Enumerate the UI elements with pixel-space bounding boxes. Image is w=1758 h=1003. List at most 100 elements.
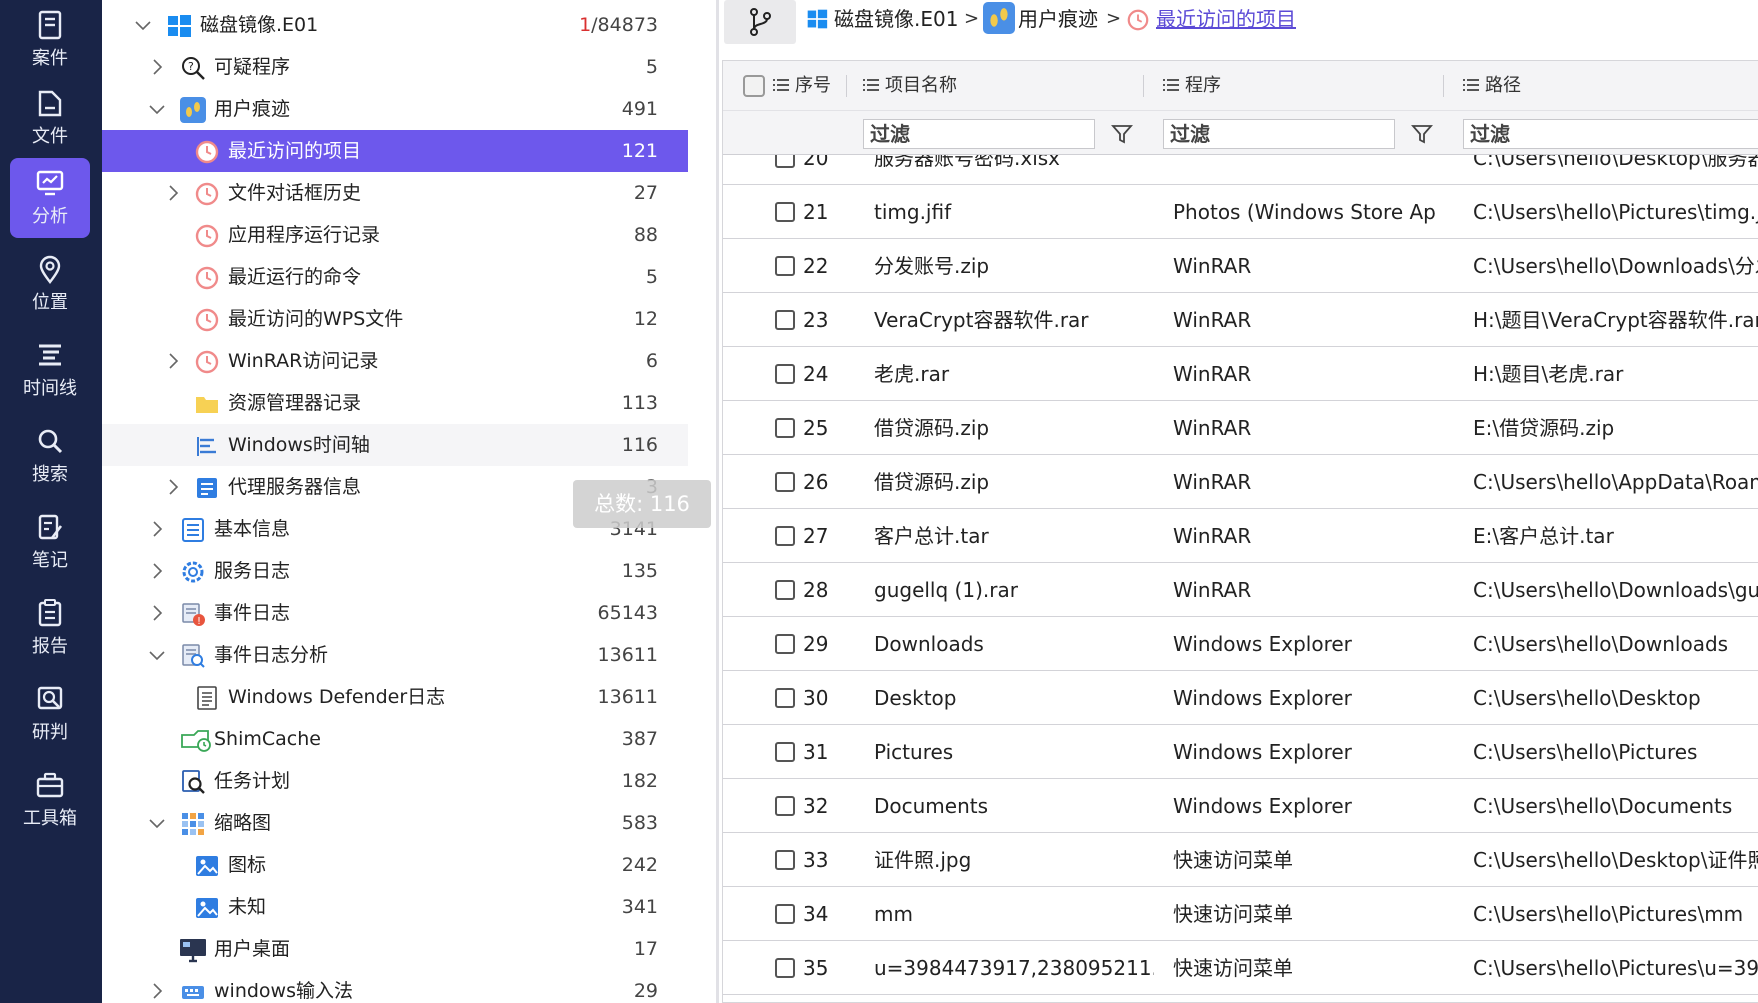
row-checkbox[interactable] — [775, 958, 795, 978]
nav-item-case[interactable]: 案件 — [10, 0, 90, 80]
tree-node-file-dialog-history[interactable]: 文件对话框历史 27 — [102, 172, 688, 214]
row-checkbox[interactable] — [775, 850, 795, 870]
table-row[interactable]: 28 gugellq (1).rar WinRAR C:\Users\hello… — [723, 563, 1758, 617]
panel-splitter[interactable] — [716, 0, 719, 1003]
chevron-down-icon[interactable] — [148, 100, 166, 118]
row-checkbox[interactable] — [775, 418, 795, 438]
nav-item-judgement[interactable]: 研判 — [10, 674, 90, 754]
table-row[interactable]: 34 mm 快速访问菜单 C:\Users\hello\Pictures\mm — [723, 887, 1758, 941]
column-header-no[interactable]: 序号 — [773, 61, 831, 111]
tree-node-suspicious-programs[interactable]: ? 可疑程序 5 — [102, 46, 688, 88]
row-checkbox[interactable] — [775, 742, 795, 762]
chevron-down-icon[interactable] — [134, 16, 152, 34]
nav-item-search[interactable]: 搜索 — [10, 416, 90, 496]
row-checkbox[interactable] — [775, 904, 795, 924]
cell-no: 27 — [803, 524, 829, 548]
chevron-right-icon[interactable] — [164, 352, 182, 370]
row-checkbox[interactable] — [775, 202, 795, 222]
column-header-program[interactable]: 程序 — [1163, 61, 1221, 111]
row-checkbox[interactable] — [775, 580, 795, 600]
tree-node-windows-timeline[interactable]: Windows时间轴 116 — [102, 424, 688, 466]
funnel-filter-icon[interactable] — [1111, 123, 1133, 145]
tree-node-user-traces[interactable]: 用户痕迹 491 — [102, 88, 688, 130]
row-checkbox[interactable] — [775, 526, 795, 546]
tree-node-recent-commands[interactable]: 最近运行的命令 5 — [102, 256, 688, 298]
tree-node-app-run-records[interactable]: 应用程序运行记录 88 — [102, 214, 688, 256]
chevron-right-icon[interactable] — [148, 58, 166, 76]
tree-node-explorer-records[interactable]: 资源管理器记录 113 — [102, 382, 688, 424]
column-header-path[interactable]: 路径 — [1463, 61, 1521, 111]
chevron-right-icon[interactable] — [148, 604, 166, 622]
nav-item-location[interactable]: 位置 — [10, 244, 90, 324]
tree-node-thumbnails[interactable]: 缩略图 583 — [102, 802, 688, 844]
tree-node-scheduled-tasks[interactable]: 任务计划 182 — [102, 760, 688, 802]
row-checkbox[interactable] — [775, 256, 795, 276]
tree-node-user-desktop[interactable]: 用户桌面 17 — [102, 928, 688, 970]
chevron-right-icon[interactable] — [164, 184, 182, 202]
table-row[interactable]: 23 VeraCrypt容器软件.rar WinRAR H:\题目\VeraCr… — [723, 293, 1758, 347]
tree-node-icons[interactable]: 图标 242 — [102, 844, 688, 886]
tree-node-event-log[interactable]: ! 事件日志 65143 — [102, 592, 688, 634]
nav-item-file[interactable]: 文件 — [10, 78, 90, 158]
chevron-right-icon[interactable] — [164, 478, 182, 496]
table-row[interactable]: 27 客户总计.tar WinRAR E:\客户总计.tar — [723, 509, 1758, 563]
tree-node-service-log[interactable]: 服务日志 135 — [102, 550, 688, 592]
row-checkbox[interactable] — [775, 634, 795, 654]
row-checkbox[interactable] — [775, 472, 795, 492]
tree-node-recent-wps-files[interactable]: 最近访问的WPS文件 12 — [102, 298, 688, 340]
tree-node-shimcache[interactable]: ShimCache 387 — [102, 718, 688, 760]
table-row[interactable]: 32 Documents Windows Explorer C:\Users\h… — [723, 779, 1758, 833]
row-checkbox[interactable] — [775, 310, 795, 330]
tree-node-winrar-records[interactable]: WinRAR访问记录 6 — [102, 340, 688, 382]
column-separator[interactable] — [1143, 75, 1144, 97]
table-row[interactable]: 30 Desktop Windows Explorer C:\Users\hel… — [723, 671, 1758, 725]
nav-item-notes[interactable]: 笔记 — [10, 502, 90, 582]
tree-node-label: 图标 — [228, 854, 267, 876]
column-separator[interactable] — [846, 75, 847, 97]
funnel-filter-icon[interactable] — [1411, 123, 1433, 145]
cell-program: WinRAR — [1173, 254, 1252, 278]
select-all-checkbox[interactable] — [743, 75, 765, 97]
row-checkbox[interactable] — [775, 688, 795, 708]
table-row[interactable]: 20 服务器账号密码.xlsx C:\Users\hello\Desktop\服… — [723, 155, 1758, 185]
tree-node-event-log-analysis[interactable]: 事件日志分析 13611 — [102, 634, 688, 676]
nav-item-timeline[interactable]: 时间线 — [10, 330, 90, 410]
table-row[interactable]: 25 借贷源码.zip WinRAR E:\借贷源码.zip — [723, 401, 1758, 455]
column-list-icon — [863, 79, 879, 91]
path-filter-input[interactable]: 过滤 — [1463, 119, 1758, 149]
table-row[interactable]: 21 timg.jfif Photos (Windows Store Ap...… — [723, 185, 1758, 239]
nav-item-toolbox[interactable]: 工具箱 — [10, 760, 90, 840]
table-row[interactable]: 26 借贷源码.zip WinRAR C:\Users\hello\AppDat… — [723, 455, 1758, 509]
table-row[interactable]: 33 证件照.jpg 快速访问菜单 C:\Users\hello\Desktop… — [723, 833, 1758, 887]
chevron-right-icon[interactable] — [148, 562, 166, 580]
table-row[interactable]: 22 分发账号.zip WinRAR C:\Users\hello\Downlo… — [723, 239, 1758, 293]
tree-node-windows-defender-log[interactable]: Windows Defender日志 13611 — [102, 676, 688, 718]
column-header-name[interactable]: 项目名称 — [863, 61, 957, 111]
breadcrumb-item-recent-items[interactable]: 最近访问的项目 — [1156, 0, 1296, 38]
chevron-right-icon[interactable] — [148, 982, 166, 1000]
table-row[interactable]: 24 老虎.rar WinRAR H:\题目\老虎.rar — [723, 347, 1758, 401]
table-row[interactable]: 29 Downloads Windows Explorer C:\Users\h… — [723, 617, 1758, 671]
nav-item-report[interactable]: 报告 — [10, 588, 90, 668]
tree-node-recent-items[interactable]: 最近访问的项目 121 — [102, 130, 688, 172]
branch-toggle-button[interactable] — [724, 0, 796, 44]
column-separator[interactable] — [1443, 75, 1444, 97]
tree-node-windows-ime[interactable]: windows输入法 29 — [102, 970, 688, 1003]
nav-label: 工具箱 — [23, 808, 77, 829]
tree-node-count: 182 — [621, 770, 658, 792]
program-filter-input[interactable]: 过滤 — [1163, 119, 1395, 149]
row-checkbox[interactable] — [775, 796, 795, 816]
row-checkbox[interactable] — [775, 155, 795, 168]
breadcrumb-item-disk-image[interactable]: 磁盘镜像.E01 — [834, 0, 958, 38]
breadcrumb-item-user-traces[interactable]: 用户痕迹 — [1018, 0, 1098, 38]
tree-node-unknown[interactable]: 未知 341 — [102, 886, 688, 928]
chevron-down-icon[interactable] — [148, 646, 166, 664]
chevron-down-icon[interactable] — [148, 814, 166, 832]
table-row[interactable]: 35 u=3984473917,238095211... 快速访问菜单 C:\U… — [723, 941, 1758, 995]
name-filter-input[interactable]: 过滤 — [863, 119, 1095, 149]
tree-node-root[interactable]: 磁盘镜像.E01 1/84873 — [102, 4, 688, 46]
row-checkbox[interactable] — [775, 364, 795, 384]
table-row[interactable]: 31 Pictures Windows Explorer C:\Users\he… — [723, 725, 1758, 779]
nav-item-analysis[interactable]: 分析 — [10, 158, 90, 238]
chevron-right-icon[interactable] — [148, 520, 166, 538]
